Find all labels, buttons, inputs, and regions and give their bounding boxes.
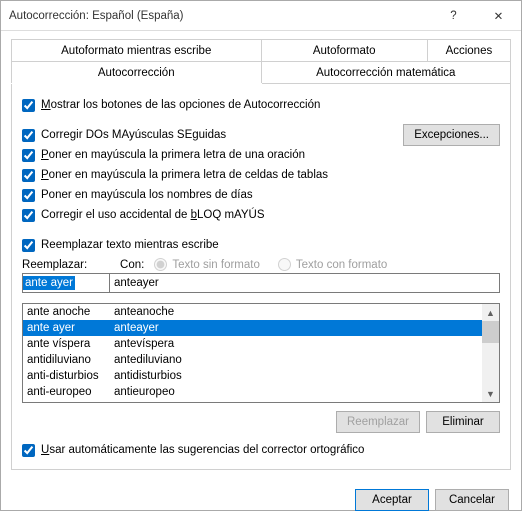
tab-math-autocorrect[interactable]: Autocorrección matemática [261,62,511,84]
tab-autocorrect[interactable]: Autocorrección [12,62,262,84]
with-label: Con: [120,259,144,271]
checkbox-replace-while-typing-input[interactable] [22,239,35,252]
scrollbar[interactable]: ▲ ▼ [482,304,499,402]
ok-button[interactable]: Aceptar [355,489,429,511]
replacements-list[interactable]: ante anocheanteanocheante ayeranteayeran… [22,303,500,403]
autocorrect-dialog: Autocorrección: Español (España) ? ✕ Aut… [0,0,522,511]
checkbox-day-names[interactable]: Poner en mayúscula los nombres de días [22,186,403,204]
replace-input[interactable]: ante ayer [22,273,110,293]
list-item[interactable]: anti-europeoantieuropeo [23,384,482,400]
list-item[interactable]: antidiluvianoantediluviano [23,352,482,368]
radio-plain-text: Texto sin formato [154,258,260,271]
checkbox-show-options-input[interactable] [22,99,35,112]
with-input[interactable] [110,273,500,293]
checkbox-use-spellcheck[interactable]: Usar automáticamente las sugerencias del… [22,441,500,459]
checkbox-replace-while-typing-label: Reemplazar texto mientras escribe [41,239,219,251]
scroll-thumb[interactable] [482,321,499,343]
checkbox-first-cell[interactable]: Poner en mayúscula la primera letra de c… [22,166,403,184]
checkbox-two-caps-label: Corregir DOs MAyúsculas SEguidas [41,129,226,141]
exceptions-button[interactable]: Excepciones... [403,124,500,146]
checkbox-two-caps[interactable]: Corregir DOs MAyúsculas SEguidas [22,126,403,144]
checkbox-first-sentence-input[interactable] [22,149,35,162]
titlebar: Autocorrección: Español (España) ? ✕ [1,1,521,31]
scroll-down-icon[interactable]: ▼ [482,385,499,402]
list-item[interactable]: anti-disturbiosantidisturbios [23,368,482,384]
replace-label: Reemplazar: [22,259,110,271]
checkbox-day-names-label: Poner en mayúscula los nombres de días [41,189,253,201]
help-icon[interactable]: ? [431,1,476,30]
radio-formatted-text: Texto con formato [278,258,387,271]
dialog-title: Autocorrección: Español (España) [1,10,431,22]
close-icon[interactable]: ✕ [476,1,521,30]
tab-autoformat[interactable]: Autoformato [261,40,427,62]
checkbox-first-cell-input[interactable] [22,169,35,182]
checkbox-use-spellcheck-input[interactable] [22,444,35,457]
checkbox-replace-while-typing[interactable]: Reemplazar texto mientras escribe [22,236,500,254]
replace-button: Reemplazar [336,411,420,433]
list-item[interactable]: ante vísperaantevíspera [23,336,482,352]
tab-autoformat-while-typing[interactable]: Autoformato mientras escribe [12,40,262,62]
scroll-up-icon[interactable]: ▲ [482,304,499,321]
checkbox-two-caps-input[interactable] [22,129,35,142]
checkbox-caps-lock[interactable]: Corregir el uso accidental de bLOQ mAYÚS [22,206,403,224]
tab-strip: Autoformato mientras escribe Autoformato… [11,39,511,84]
checkbox-show-options[interactable]: Mostrar los botones de las opciones de A… [22,96,500,114]
delete-button[interactable]: Eliminar [426,411,500,433]
checkbox-caps-lock-input[interactable] [22,209,35,222]
checkbox-day-names-input[interactable] [22,189,35,202]
tab-actions[interactable]: Acciones [427,40,510,62]
list-item[interactable]: ante ayeranteayer [23,320,482,336]
checkbox-first-sentence[interactable]: Poner en mayúscula la primera letra de u… [22,146,403,164]
list-item[interactable]: ante anocheanteanoche [23,304,482,320]
cancel-button[interactable]: Cancelar [435,489,509,511]
